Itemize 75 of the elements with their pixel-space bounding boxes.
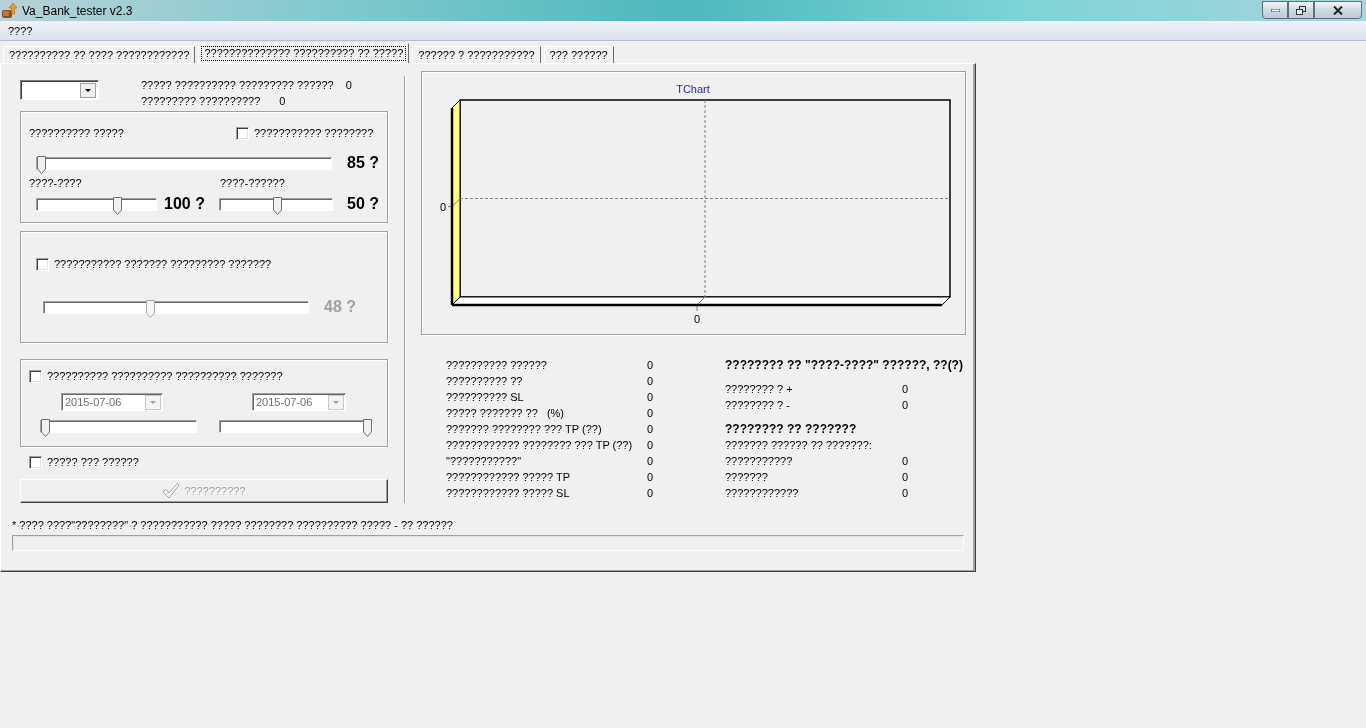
stat-value: 0 — [902, 471, 909, 483]
stat-label: ???????????? ????? TP — [446, 471, 570, 483]
stat-label: ????? ??????? ?? (%) — [446, 407, 565, 419]
note-text: * ???? ????"????????" ? ??????????? ????? ???????? ?????????? ????? - ?? ?????? — [12, 518, 453, 532]
checkbox[interactable] — [236, 126, 249, 140]
stat-label: ???????? ? + — [725, 383, 793, 395]
restore-button[interactable] — [1288, 1, 1314, 19]
tab[interactable]: ?????????? ?? ???? ???????????? — [3, 46, 196, 63]
section-heading: ???????? ?? ??????? — [725, 422, 857, 436]
checkbox[interactable] — [29, 369, 42, 383]
slider-thumb[interactable] — [112, 196, 122, 215]
checkbox[interactable] — [36, 257, 49, 271]
checkbox-label[interactable]: ????? ??? ?????? — [47, 456, 139, 468]
stat-label: ??????? ?????? ?? ???????: — [725, 439, 872, 451]
slider-reading: 85 ? — [347, 154, 379, 172]
checkbox-label[interactable]: ??????????? ???????? — [254, 127, 374, 139]
stat-label: ??????? — [725, 471, 768, 483]
caret-icon — [145, 394, 161, 410]
stat-label: ?????????? ?? — [446, 375, 523, 387]
dropdown-field[interactable] — [20, 80, 99, 100]
stat-value: 0 — [647, 391, 654, 403]
restore-icon — [1296, 5, 1306, 15]
tab[interactable]: ?????????????? ?????????? ?? ????? — [198, 43, 410, 63]
stat-label: ?????????? SL — [446, 391, 524, 403]
field-label: ????-?????? — [220, 177, 285, 189]
slider-reading: 100 ? — [164, 195, 205, 213]
caret-icon — [80, 83, 96, 98]
slider-thumb[interactable] — [272, 196, 282, 215]
checkbox[interactable] — [29, 455, 42, 469]
stat-value: 0 — [647, 423, 654, 435]
axis-tick-label: 0 — [693, 313, 701, 325]
caret-icon — [328, 394, 344, 410]
stat-label: ??????? ???????? ??? TP (??) — [446, 423, 602, 435]
stat-label: ???????????? ???????? ??? TP (??) — [446, 439, 633, 451]
stat-value: 0 — [902, 487, 909, 499]
stat-label: ????? ?????????? ????????? ?????? — [141, 79, 334, 91]
slider-reading: 50 ? — [347, 195, 379, 213]
slider-reading: 48 ? — [324, 298, 356, 316]
minimize-button[interactable] — [1262, 1, 1288, 19]
checkbox-label[interactable]: ?????????? ?????????? ?????????? ??????? — [47, 370, 283, 382]
menu-item[interactable]: ???? — [8, 25, 33, 37]
app-icon — [1, 2, 17, 19]
stat-label: ????????? ?????????? — [141, 95, 261, 107]
stat-value: 0 — [647, 487, 654, 499]
stat-label: ?????????? ?????? — [446, 359, 547, 371]
axis-tick-label: 0 — [439, 200, 446, 213]
field-label: ????-???? — [29, 177, 82, 189]
stat-label: ??????????? — [725, 455, 793, 467]
stat-value: 0 — [647, 359, 654, 371]
stat-value: 0 — [647, 407, 654, 419]
stat-value: 0 — [279, 95, 286, 107]
stat-label: ???????????? — [725, 487, 799, 499]
tab[interactable]: ?????? ? ??????????? — [412, 46, 541, 63]
tab[interactable]: ??? ?????? — [543, 46, 614, 63]
checkmark-icon — [162, 482, 181, 500]
stat-label: ???????????? ????? SL — [446, 487, 570, 499]
stat-value: 0 — [647, 471, 654, 483]
stat-value: 0 — [345, 79, 352, 91]
field-label: ?????????? ????? — [29, 127, 124, 139]
stat-value: 0 — [647, 439, 654, 451]
slider-thumb[interactable] — [37, 155, 46, 174]
window-title: Va_Bank_tester v2.3 — [22, 3, 133, 18]
stat-label: ???????? ? - — [725, 399, 790, 411]
stat-value: 0 — [902, 455, 909, 467]
stat-value: 0 — [902, 383, 909, 395]
stat-value: 0 — [647, 375, 654, 387]
minimize-icon — [1270, 8, 1280, 12]
chart-title: TChart — [676, 83, 710, 95]
close-icon — [1333, 5, 1343, 15]
close-button[interactable] — [1314, 1, 1362, 19]
checkbox-label[interactable]: ??????????? ??????? ????????? ??????? — [54, 258, 272, 270]
stat-label: "???????????" — [446, 455, 522, 467]
stat-value: 0 — [647, 455, 654, 467]
stat-value: 0 — [902, 399, 909, 411]
section-heading: ???????? ?? "????-????" ??????, ??(?) — [725, 358, 963, 372]
